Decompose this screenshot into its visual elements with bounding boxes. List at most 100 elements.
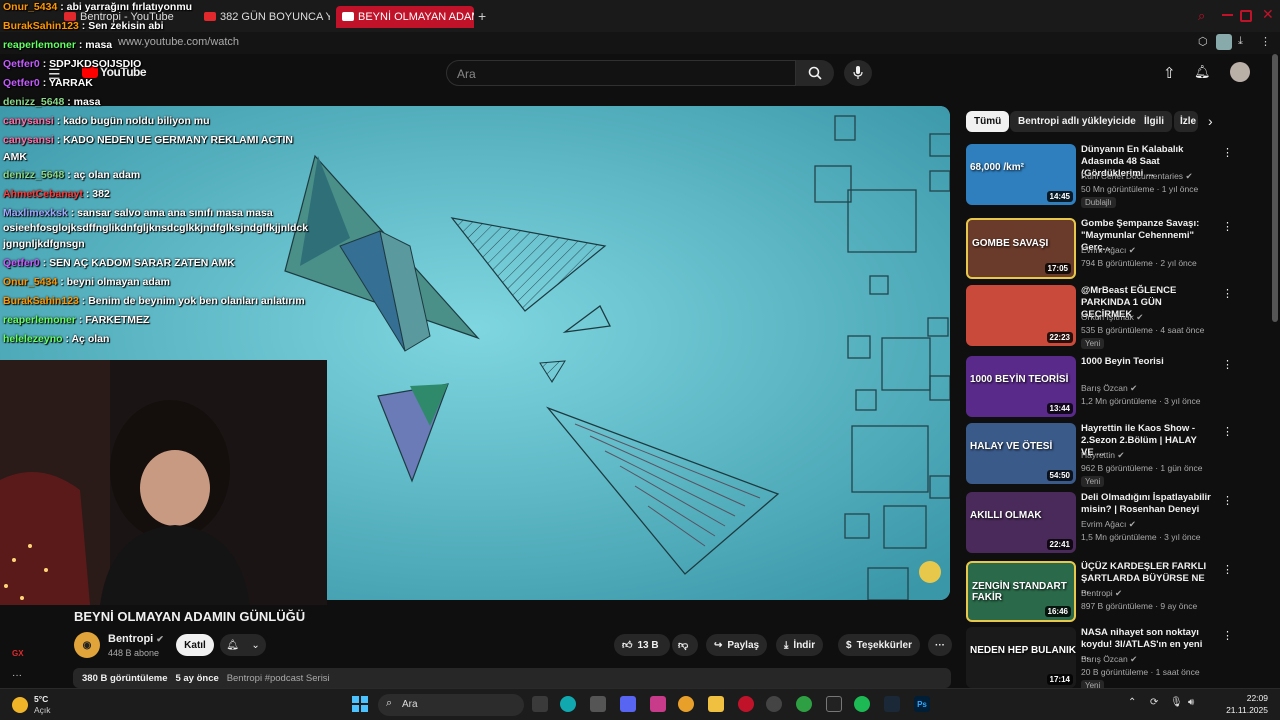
- chrome-icon[interactable]: [678, 696, 694, 712]
- thanks-button[interactable]: $ Teşekkürler: [838, 634, 920, 656]
- recommended-video[interactable]: NEDEN HEP BULANIK 17:14 NASA nihayet son n…: [966, 627, 1266, 691]
- recommended-channel-text[interactable]: Orkun Işıtmak: [1081, 312, 1134, 322]
- tray-volume-icon[interactable]: 🔊︎: [1188, 697, 1194, 708]
- profile-avatar[interactable]: [1216, 34, 1232, 50]
- sidebar-logo-icon[interactable]: GX: [12, 649, 24, 658]
- recommended-channel[interactable]: Ruhi Cenet Documentaries ✔: [1081, 171, 1193, 182]
- recommended-video[interactable]: 1000 BEYİN TEORİSİ 13:44 1000 Beyin Teoris…: [966, 356, 1266, 418]
- chevron-right-icon[interactable]: ›: [1208, 113, 1213, 129]
- recommended-video[interactable]: ZENGİN STANDART FAKİR 16:46 ÜÇÜZ KARDEŞLER…: [966, 561, 1266, 623]
- taskview-icon[interactable]: [532, 696, 548, 712]
- search-tabs-icon[interactable]: ⌕: [1198, 8, 1205, 24]
- recommended-video[interactable]: 22:23 @MrBeast EĞLENCE PARKINDA 1 GÜN GEÇ…: [966, 285, 1266, 349]
- description-box[interactable]: 380 B görüntüleme 5 ay önce Bentropi #po…: [73, 668, 951, 688]
- recommended-channel-text[interactable]: Ruhi Cenet Documentaries: [1081, 171, 1183, 181]
- address-bar[interactable]: www.youtube.com/watch ⬡ ⤓ ⋮: [0, 32, 1280, 54]
- minimize-icon[interactable]: [1222, 14, 1233, 16]
- video-thumbnail[interactable]: ZENGİN STANDART FAKİR 16:46: [966, 561, 1076, 622]
- video-thumbnail[interactable]: NEDEN HEP BULANIK 17:14: [966, 627, 1076, 688]
- search-input[interactable]: Ara: [446, 60, 796, 86]
- recommended-title[interactable]: Deli Olmadığını İspatlayabilir misin? | …: [1081, 492, 1211, 516]
- app-icon-4[interactable]: [826, 696, 842, 712]
- description-tags[interactable]: Bentropi #podcast Serisi: [227, 673, 330, 684]
- taskbar-search[interactable]: ⌕ Ara: [378, 694, 524, 716]
- more-options-icon[interactable]: ⋮: [1222, 146, 1233, 159]
- weather-temp[interactable]: 5°C: [34, 694, 48, 704]
- extensions-icon[interactable]: ⬡: [1198, 35, 1208, 48]
- weather-icon[interactable]: [12, 697, 28, 713]
- channel-avatar[interactable]: ◉: [74, 632, 100, 658]
- clock-time[interactable]: 22:09: [1208, 693, 1268, 703]
- windows-start-icon[interactable]: [352, 696, 368, 712]
- more-options-icon[interactable]: ⋮: [1222, 629, 1233, 642]
- scrollbar[interactable]: [1272, 54, 1278, 322]
- channel-name[interactable]: Bentropi ✔: [108, 633, 164, 645]
- recommended-channel-text[interactable]: Barış Özcan: [1081, 654, 1128, 664]
- more-options-icon[interactable]: ⋮: [1222, 425, 1233, 438]
- tray-sync-icon[interactable]: ⟳: [1150, 697, 1158, 708]
- notifications-bell-icon[interactable]: 🔔︎: [1194, 64, 1211, 80]
- copilot-icon[interactable]: [560, 696, 576, 712]
- recommended-channel[interactable]: Barış Özcan ✔: [1081, 654, 1137, 665]
- weather-desc[interactable]: Açık: [34, 705, 51, 715]
- recommended-video[interactable]: GOMBE SAVAŞI 17:05 Gombe Şempanze Savaşı: …: [966, 218, 1266, 280]
- recommended-channel[interactable]: Bentropi ✔: [1081, 588, 1122, 599]
- recommended-channel[interactable]: Hayrettin ✔: [1081, 450, 1125, 461]
- tray-chevron-icon[interactable]: ⌃: [1128, 697, 1136, 708]
- recommended-channel-text[interactable]: Barış Özcan: [1081, 383, 1128, 393]
- tab-beyni-olmayan[interactable]: BEYNİ OLMAYAN ADAMIN: [336, 6, 474, 28]
- upload-icon[interactable]: ⇧: [1163, 64, 1176, 82]
- maximize-icon[interactable]: [1240, 10, 1252, 22]
- join-button[interactable]: Katıl: [176, 634, 214, 656]
- download-icon[interactable]: ⤓: [1238, 35, 1243, 48]
- chip-all[interactable]: Tümü: [966, 111, 1010, 132]
- new-tab-button[interactable]: +: [478, 8, 486, 24]
- recommended-channel-text[interactable]: Hayrettin: [1081, 450, 1115, 460]
- like-button[interactable]: 👍︎ 13 B: [614, 634, 670, 656]
- tray-mic-icon[interactable]: 🎙︎: [1170, 697, 1183, 708]
- voice-search-button[interactable]: [844, 60, 872, 86]
- close-icon[interactable]: ✕: [1262, 6, 1274, 23]
- steam-icon[interactable]: [884, 696, 900, 712]
- recommended-channel[interactable]: Barış Özcan ✔: [1081, 383, 1137, 394]
- app-icon-2[interactable]: [650, 696, 666, 712]
- chip-related[interactable]: İlgili: [1136, 111, 1172, 132]
- opera-gx-icon[interactable]: [738, 696, 754, 712]
- chip-from-uploader[interactable]: Bentropi adlı yükleyiciden: [1010, 111, 1150, 132]
- recommended-channel-text[interactable]: Bentropi: [1081, 588, 1113, 598]
- recommended-channel[interactable]: Evrim Ağacı ✔: [1081, 519, 1136, 530]
- channel-name-text[interactable]: Bentropi: [108, 633, 153, 645]
- tab-382-gun[interactable]: 382 GÜN BOYUNCA YEM: [198, 6, 330, 28]
- account-avatar[interactable]: [1230, 62, 1250, 82]
- video-thumbnail[interactable]: 22:23: [966, 285, 1076, 346]
- video-thumbnail[interactable]: AKILLI OLMAK 22:41: [966, 492, 1076, 553]
- sidebar-more-icon[interactable]: ···: [12, 670, 22, 681]
- download-button[interactable]: ⤓ İndir: [776, 634, 824, 656]
- video-thumbnail[interactable]: 68,000 /km² 14:45: [966, 144, 1076, 205]
- subscribe-bell-button[interactable]: 🔔︎ ⌄: [220, 634, 266, 656]
- discord-icon[interactable]: [620, 696, 636, 712]
- more-actions-button[interactable]: ···: [928, 634, 952, 656]
- photoshop-icon[interactable]: Ps: [914, 696, 930, 712]
- app-icon[interactable]: [590, 696, 606, 712]
- chip-watched[interactable]: İzle: [1174, 111, 1198, 132]
- more-options-icon[interactable]: ⋮: [1222, 220, 1233, 233]
- share-button[interactable]: ↪ Paylaş: [706, 634, 768, 656]
- more-options-icon[interactable]: ⋮: [1222, 494, 1233, 507]
- app-icon-3[interactable]: [766, 696, 782, 712]
- spotify-icon[interactable]: [854, 696, 870, 712]
- more-options-icon[interactable]: ⋮: [1222, 563, 1233, 576]
- dislike-button[interactable]: 👎︎: [672, 634, 698, 656]
- recommended-video[interactable]: HALAY VE ÖTESİ 54:50 Hayrettin ile Kaos Sh…: [966, 423, 1266, 487]
- recommended-channel[interactable]: Orkun Işıtmak ✔: [1081, 312, 1143, 323]
- recommended-channel-text[interactable]: Evrim Ağacı: [1081, 519, 1126, 529]
- video-thumbnail[interactable]: 1000 BEYİN TEORİSİ 13:44: [966, 356, 1076, 417]
- recommended-channel-text[interactable]: Evrim Ağacı: [1081, 245, 1126, 255]
- recommended-title[interactable]: 1000 Beyin Teorisi: [1081, 356, 1211, 368]
- video-thumbnail[interactable]: GOMBE SAVAŞI 17:05: [966, 218, 1076, 279]
- menu-icon[interactable]: ⋮: [1260, 35, 1271, 48]
- recommended-video[interactable]: AKILLI OLMAK 22:41 Deli Olmadığını İspatla…: [966, 492, 1266, 554]
- file-explorer-icon[interactable]: [708, 696, 724, 712]
- recommended-video[interactable]: 68,000 /km² 14:45 Dünyanın En Kalabalık Ad…: [966, 144, 1266, 208]
- chrome-icon-2[interactable]: [796, 696, 812, 712]
